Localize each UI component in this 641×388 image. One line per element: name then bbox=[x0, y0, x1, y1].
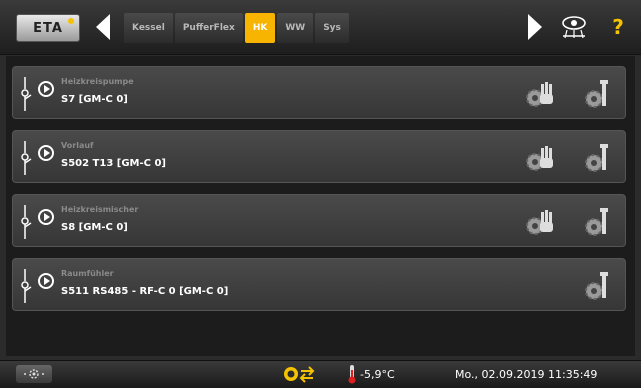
row-subtitle: S502 T13 [GM-C 0] bbox=[61, 158, 167, 169]
settings-icon[interactable] bbox=[583, 140, 613, 174]
tab-pufferflex[interactable]: PufferFlex bbox=[174, 13, 243, 43]
manual-mode-icon[interactable] bbox=[523, 140, 557, 174]
list-item[interactable]: Vorlauf S502 T13 [GM-C 0] bbox=[12, 130, 626, 183]
date-time: Mo., 02.09.2019 11:35:49 bbox=[455, 368, 598, 381]
previous-arrow-button[interactable] bbox=[86, 0, 120, 54]
settings-icon[interactable] bbox=[583, 76, 613, 110]
eta-logo[interactable]: ETA bbox=[16, 14, 80, 42]
help-icon: ? bbox=[612, 15, 624, 39]
energy-flow-icon[interactable] bbox=[283, 364, 317, 384]
play-icon[interactable] bbox=[38, 81, 54, 97]
settings-icon[interactable] bbox=[583, 204, 613, 238]
sensor-connection-icon bbox=[21, 205, 32, 239]
arrow-right-icon bbox=[528, 14, 542, 40]
manual-mode-icon[interactable] bbox=[523, 76, 557, 110]
row-title: Heizkreispumpe bbox=[61, 77, 134, 86]
tab-kessel[interactable]: Kessel bbox=[124, 13, 173, 43]
list-item[interactable]: Raumfühler S511 RS485 - RF-C 0 [GM-C 0] bbox=[12, 258, 626, 311]
sensor-connection-icon bbox=[21, 141, 32, 175]
thermometer-icon bbox=[348, 365, 356, 384]
row-title: Raumfühler bbox=[61, 269, 114, 278]
sensor-connection-icon bbox=[21, 77, 32, 111]
row-subtitle: S8 [GM-C 0] bbox=[61, 222, 128, 233]
system-status-button[interactable] bbox=[16, 365, 52, 383]
list-item[interactable]: Heizkreispumpe S7 [GM-C 0] bbox=[12, 66, 626, 119]
row-title: Vorlauf bbox=[61, 141, 94, 150]
outside-temperature: -5,9°C bbox=[360, 368, 395, 381]
tab-sys[interactable]: Sys bbox=[315, 13, 349, 43]
list-item[interactable]: Heizkreismischer S8 [GM-C 0] bbox=[12, 194, 626, 247]
logo-text: ETA bbox=[33, 20, 63, 36]
top-navigation-bar: ETA Kessel PufferFlex HK WW Sys ? bbox=[0, 0, 641, 55]
manual-mode-icon[interactable] bbox=[523, 204, 557, 238]
sensor-connection-icon bbox=[21, 269, 32, 303]
row-subtitle: S511 RS485 - RF-C 0 [GM-C 0] bbox=[61, 286, 229, 297]
io-list-panel: Heizkreispumpe S7 [GM-C 0] Vorlauf S502 … bbox=[6, 56, 635, 356]
row-title: Heizkreismischer bbox=[61, 205, 139, 214]
tab-strip: Kessel PufferFlex HK WW Sys bbox=[124, 13, 349, 43]
gear-status-icon bbox=[24, 369, 44, 379]
play-icon[interactable] bbox=[38, 145, 54, 161]
arrow-left-icon bbox=[96, 14, 110, 40]
network-button[interactable] bbox=[556, 10, 592, 44]
status-bar: -5,9°C Mo., 02.09.2019 11:35:49 bbox=[0, 360, 641, 388]
next-arrow-button[interactable] bbox=[518, 0, 552, 54]
play-icon[interactable] bbox=[38, 273, 54, 289]
network-eye-icon bbox=[562, 16, 586, 39]
tab-hk[interactable]: HK bbox=[244, 13, 276, 43]
logo-dot bbox=[68, 18, 74, 24]
row-subtitle: S7 [GM-C 0] bbox=[61, 94, 128, 105]
help-button[interactable]: ? bbox=[600, 10, 636, 44]
settings-icon[interactable] bbox=[583, 268, 613, 302]
tab-ww[interactable]: WW bbox=[277, 13, 314, 43]
play-icon[interactable] bbox=[38, 209, 54, 225]
